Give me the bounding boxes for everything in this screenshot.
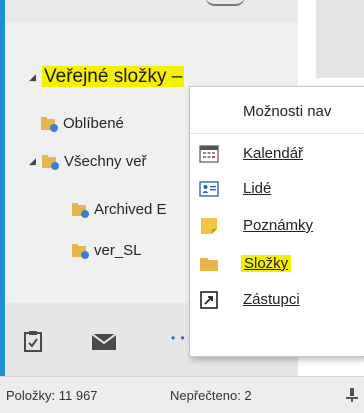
reading-pane-header	[316, 0, 364, 78]
menu-item-calendar[interactable]: Kalendář	[190, 137, 364, 171]
public-folders-label: Veřejné složky –	[42, 66, 185, 87]
connection-status-icon[interactable]	[344, 387, 360, 403]
menu-item-label: Zástupci	[243, 291, 300, 308]
navigation-options-menu: Možnosti nav Kalendář Lidé Poznámky Slož…	[189, 86, 364, 357]
tree-item-label: ver_SL	[94, 242, 142, 259]
tasks-icon[interactable]	[24, 330, 42, 352]
collapse-arrow-icon[interactable]: ◢	[29, 156, 39, 167]
tree-item-label: Oblíbené	[63, 115, 124, 132]
tree-item-archived[interactable]: Archived E	[72, 201, 167, 218]
menu-item-label: Poznámky	[243, 217, 314, 234]
tree-public-folders[interactable]: ◢ Veřejné složky –	[29, 66, 185, 88]
menu-item-folders[interactable]: Složky	[190, 247, 364, 281]
public-folder-icon	[41, 116, 58, 132]
tree-item-label: Všechny veř	[64, 153, 147, 170]
tree-item-favorites[interactable]: Oblíbené	[41, 115, 124, 132]
public-folder-icon	[72, 243, 89, 259]
menu-item-shortcuts[interactable]: Zástupci	[190, 283, 364, 317]
public-folder-icon	[42, 154, 59, 170]
tree-item-label: Archived E	[94, 201, 167, 218]
menu-item-label: Lidé	[243, 180, 272, 197]
tree-item-all-public[interactable]: ◢ Všechny veř	[29, 153, 147, 170]
menu-item-label: Složky	[241, 255, 292, 272]
shortcut-icon	[200, 291, 218, 309]
status-unread-count: Nepřečteno: 2	[170, 388, 252, 403]
menu-header[interactable]: Možnosti nav	[243, 103, 331, 120]
menu-item-label: Kalendář	[243, 145, 304, 162]
status-bar: Položky: 11 967 Nepřečteno: 2	[0, 376, 364, 413]
notes-icon	[201, 218, 217, 234]
calendar-icon	[199, 145, 219, 163]
status-items-count: Položky: 11 967	[6, 388, 98, 403]
collapse-arrow-icon[interactable]: ◢	[29, 72, 39, 83]
menu-item-notes[interactable]: Poznámky	[190, 209, 364, 243]
cut-off-header-text	[205, 0, 245, 6]
folder-pane-header	[5, 0, 298, 22]
tree-item-ver-sl[interactable]: ver_SL	[72, 242, 142, 259]
folder-icon	[200, 258, 218, 271]
menu-item-people[interactable]: Lidé	[190, 172, 364, 206]
mail-icon[interactable]	[92, 334, 116, 350]
contacts-icon	[199, 181, 219, 197]
public-folder-icon	[72, 202, 89, 218]
menu-separator	[190, 133, 364, 134]
